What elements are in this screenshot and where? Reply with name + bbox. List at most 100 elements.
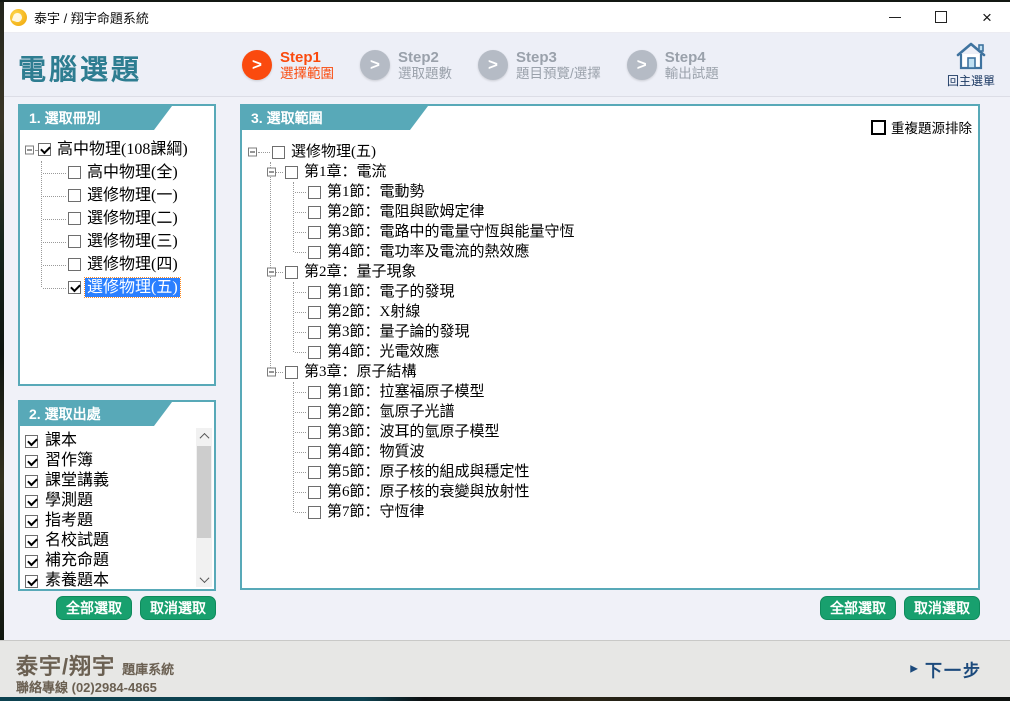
maximize-button[interactable] (918, 2, 964, 32)
tree-label[interactable]: 高中物理(108課綱) (55, 140, 190, 159)
tree-checkbox[interactable] (308, 406, 321, 419)
tree-row[interactable]: 第2節：氫原子光譜 (294, 402, 976, 422)
tree-checkbox[interactable] (285, 166, 298, 179)
list-item[interactable]: 課本 (25, 431, 194, 451)
tree-label[interactable]: 第7節：守恆律 (325, 503, 427, 521)
minimize-button[interactable] (872, 2, 918, 32)
source-deselect-button[interactable]: 取消選取 (140, 596, 216, 620)
tree-checkbox[interactable] (308, 486, 321, 499)
step-item[interactable]: >Step3題目預覽/選擇 (478, 49, 601, 82)
tree-row[interactable]: 第7節：守恆律 (294, 502, 976, 522)
tree-label[interactable]: 選修物理(二) (85, 209, 180, 228)
tree-checkbox[interactable] (308, 466, 321, 479)
tree-label[interactable]: 第4節：電功率及電流的熱效應 (325, 243, 532, 261)
tree-row[interactable]: 第1節：電動勢 (294, 182, 976, 202)
tree-label[interactable]: 選修物理(五) (85, 278, 180, 297)
list-item[interactable]: 課堂講義 (25, 471, 194, 491)
tree-row[interactable]: 第2節：電阻與歐姆定律 (294, 202, 976, 222)
tree-row[interactable]: 第2章：量子現象 (271, 262, 976, 282)
tree-checkbox[interactable] (285, 366, 298, 379)
tree-label[interactable]: 第6節：原子核的衰變與放射性 (325, 483, 532, 501)
source-checkbox[interactable] (25, 555, 38, 568)
tree-row[interactable]: 第1節：拉塞福原子模型 (294, 382, 976, 402)
tree-checkbox[interactable] (308, 346, 321, 359)
step-item[interactable]: >Step2選取題數 (360, 49, 452, 82)
tree-checkbox[interactable] (308, 306, 321, 319)
tree-row[interactable]: 第3節：波耳的氫原子模型 (294, 422, 976, 442)
tree-row[interactable]: 高中物理(全) (42, 161, 212, 184)
tree-label[interactable]: 高中物理(全) (85, 163, 180, 182)
source-checkbox[interactable] (25, 515, 38, 528)
tree-checkbox[interactable] (68, 166, 81, 179)
step-item[interactable]: >Step4輸出試題 (627, 49, 719, 82)
tree-checkbox[interactable] (308, 426, 321, 439)
tree-checkbox[interactable] (272, 146, 285, 159)
range-deselect-button[interactable]: 取消選取 (904, 596, 980, 620)
tree-row[interactable]: 選修物理(二) (42, 207, 212, 230)
tree-label[interactable]: 第3節：波耳的氫原子模型 (325, 423, 502, 441)
source-checkbox[interactable] (25, 495, 38, 508)
tree-label[interactable]: 選修物理(五) (289, 143, 378, 161)
tree-label[interactable]: 第3節：電路中的電量守恆與能量守恆 (325, 223, 577, 241)
tree-checkbox[interactable] (308, 186, 321, 199)
tree-row[interactable]: 第4節：光電效應 (294, 342, 976, 362)
tree-row[interactable]: 選修物理(五) (248, 142, 976, 162)
tree-label[interactable]: 第1節：拉塞福原子模型 (325, 383, 487, 401)
source-checkbox[interactable] (25, 435, 38, 448)
collapse-expander-icon[interactable] (267, 368, 276, 377)
next-step-button[interactable]: ▶ 下一步 (910, 657, 982, 682)
tree-label[interactable]: 第2節：電阻與歐姆定律 (325, 203, 487, 221)
scrollbar[interactable] (196, 428, 212, 587)
tree-label[interactable]: 第3章：原子結構 (302, 363, 419, 381)
tree-label[interactable]: 第3節：量子論的發現 (325, 323, 472, 341)
range-select-all-button[interactable]: 全部選取 (820, 596, 896, 620)
tree-label[interactable]: 第5節：原子核的組成與穩定性 (325, 463, 532, 481)
tree-label[interactable]: 第1章：電流 (302, 163, 389, 181)
tree-row[interactable]: 第3章：原子結構 (271, 362, 976, 382)
tree-row[interactable]: 第6節：原子核的衰變與放射性 (294, 482, 976, 502)
tree-label[interactable]: 第2章：量子現象 (302, 263, 419, 281)
tree-checkbox[interactable] (308, 226, 321, 239)
tree-label[interactable]: 選修物理(四) (85, 255, 180, 274)
collapse-expander-icon[interactable] (25, 145, 34, 154)
tree-checkbox[interactable] (68, 235, 81, 248)
tree-row[interactable]: 第2節：X射線 (294, 302, 976, 322)
home-button[interactable]: 回主選單 (942, 41, 1000, 89)
tree-label[interactable]: 第1節：電子的發現 (325, 283, 457, 301)
tree-row[interactable]: 選修物理(五) (42, 276, 212, 299)
list-item[interactable]: 名校試題 (25, 531, 194, 551)
source-select-all-button[interactable]: 全部選取 (56, 596, 132, 620)
tree-checkbox[interactable] (285, 266, 298, 279)
tree-label[interactable]: 第2節：X射線 (325, 303, 422, 321)
tree-label[interactable]: 選修物理(一) (85, 186, 180, 205)
tree-row[interactable]: 選修物理(四) (42, 253, 212, 276)
list-item[interactable]: 素養題本 (25, 571, 194, 589)
tree-row[interactable]: 第3節：量子論的發現 (294, 322, 976, 342)
tree-checkbox[interactable] (68, 258, 81, 271)
close-button[interactable]: × (964, 2, 1010, 32)
tree-label[interactable]: 第4節：光電效應 (325, 343, 442, 361)
collapse-expander-icon[interactable] (248, 148, 257, 157)
tree-label[interactable]: 第4節：物質波 (325, 443, 427, 461)
list-item[interactable]: 指考題 (25, 511, 194, 531)
tree-checkbox[interactable] (308, 286, 321, 299)
tree-row[interactable]: 第4節：物質波 (294, 442, 976, 462)
source-checkbox[interactable] (25, 455, 38, 468)
scroll-down-icon[interactable] (196, 571, 212, 587)
list-item[interactable]: 學測題 (25, 491, 194, 511)
list-item[interactable]: 習作簿 (25, 451, 194, 471)
source-checkbox[interactable] (25, 575, 38, 588)
tree-checkbox[interactable] (68, 281, 81, 294)
tree-label[interactable]: 第1節：電動勢 (325, 183, 427, 201)
tree-row[interactable]: 第5節：原子核的組成與穩定性 (294, 462, 976, 482)
tree-checkbox[interactable] (308, 386, 321, 399)
tree-row[interactable]: 選修物理(三) (42, 230, 212, 253)
source-checkbox[interactable] (25, 475, 38, 488)
tree-row[interactable]: 選修物理(一) (42, 184, 212, 207)
scrollbar-thumb[interactable] (197, 446, 211, 538)
collapse-expander-icon[interactable] (267, 168, 276, 177)
tree-checkbox[interactable] (308, 206, 321, 219)
tree-checkbox[interactable] (308, 446, 321, 459)
tree-checkbox[interactable] (308, 326, 321, 339)
scroll-up-icon[interactable] (196, 428, 212, 444)
